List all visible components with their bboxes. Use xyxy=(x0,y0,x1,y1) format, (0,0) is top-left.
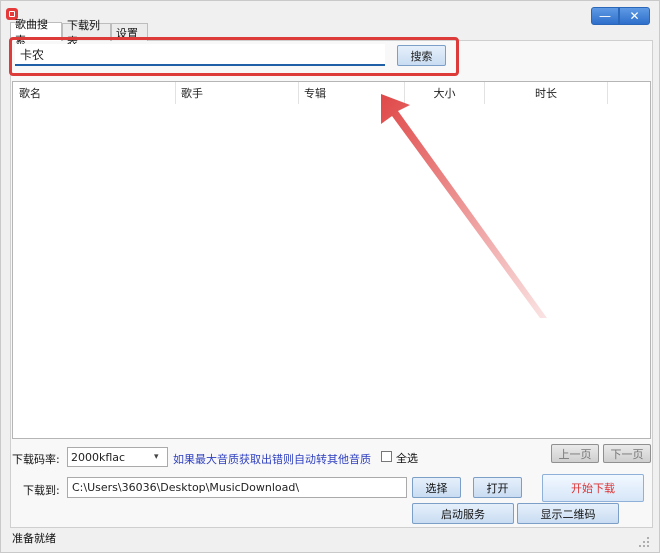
column-header-artist[interactable]: 歌手 xyxy=(176,82,299,104)
quality-hint: 如果最大音质获取出错则自动转其他音质 xyxy=(173,453,371,466)
column-header-title[interactable]: 歌名 xyxy=(13,82,176,104)
list-header: 歌名 歌手 专辑 大小 时长 xyxy=(13,82,650,104)
column-header-duration[interactable]: 时长 xyxy=(485,82,608,104)
choose-folder-button[interactable]: 选择 xyxy=(412,477,461,498)
prev-page-button[interactable]: 上一页 xyxy=(551,444,599,463)
resize-grip-icon[interactable] xyxy=(638,536,650,548)
start-service-button[interactable]: 启动服务 xyxy=(412,503,514,524)
column-header-size[interactable]: 大小 xyxy=(405,82,485,104)
open-folder-button[interactable]: 打开 xyxy=(473,477,522,498)
download-path-input[interactable]: C:\Users\36036\Desktop\MusicDownload\ xyxy=(67,477,407,498)
bitrate-label: 下载码率: xyxy=(12,453,60,466)
results-list[interactable]: 歌名 歌手 专辑 大小 时长 xyxy=(12,81,651,439)
column-header-album[interactable]: 专辑 xyxy=(299,82,405,104)
start-download-button[interactable]: 开始下载 xyxy=(542,474,644,502)
bitrate-select[interactable]: 2000kflac xyxy=(67,447,168,467)
select-all-checkbox[interactable] xyxy=(381,451,392,462)
status-text: 准备就绪 xyxy=(12,532,56,545)
close-button[interactable]: ✕ xyxy=(619,7,650,25)
select-all-label[interactable]: 全选 xyxy=(396,450,418,466)
highlight-box xyxy=(9,37,459,76)
download-to-label: 下载到: xyxy=(23,484,60,497)
minimize-button[interactable]: — xyxy=(591,7,619,25)
show-qrcode-button[interactable]: 显示二维码 xyxy=(517,503,619,524)
chevron-down-icon[interactable]: ▾ xyxy=(154,452,164,462)
next-page-button[interactable]: 下一页 xyxy=(603,444,651,463)
